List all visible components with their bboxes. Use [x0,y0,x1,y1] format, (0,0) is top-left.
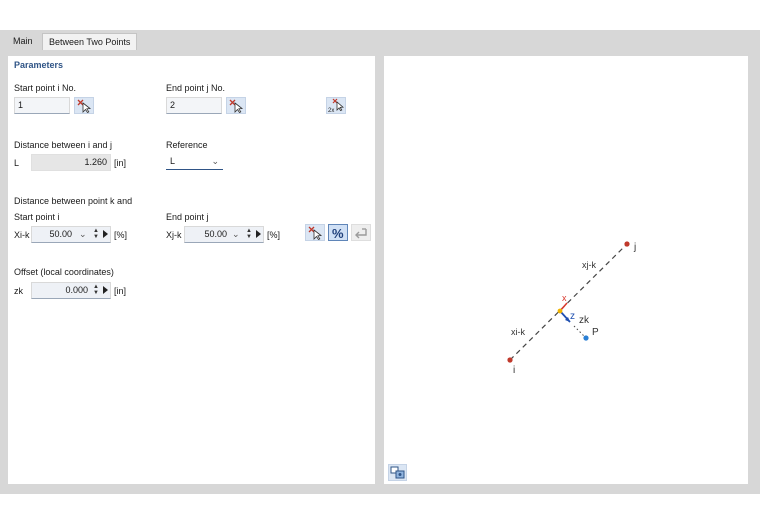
reference-label: Reference [166,140,208,150]
start-point-input[interactable]: 1 [14,97,70,114]
label-z: z [570,311,575,322]
view-options-icon [390,466,405,479]
pick-two-points-button[interactable]: 2x [326,97,346,114]
xjk-unit: [%] [267,230,281,240]
label-xjk: xj-k [582,260,596,270]
distance-value: 1.260 [31,154,111,171]
start-point-label: Start point i No. [14,83,77,93]
start-point-i-label: Start point i [14,212,60,222]
pick-cursor-icon [229,99,244,113]
xjk-symbol: Xj-k [166,230,182,240]
percent-toggle-button[interactable]: % [328,224,348,241]
chevron-down-icon[interactable]: ⌄ [232,229,240,240]
diagram-canvas: j i xj-k xi-k x z zk P [507,241,636,376]
zk-symbol: zk [14,286,23,296]
tab-bar: Main Between Two Points [0,30,760,50]
tab-main[interactable]: Main [7,33,39,50]
point-k [557,308,563,314]
step-right-icon[interactable] [103,230,108,238]
point-i [507,357,513,363]
label-xik: xi-k [511,327,525,337]
point-j [624,241,630,247]
parameters-title: Parameters [14,60,64,70]
distance-unit: [in] [114,158,127,168]
undo-arrow-icon [355,228,367,239]
view-options-button[interactable] [388,464,407,481]
distance-symbol: L [14,158,20,168]
label-i: i [513,365,515,376]
xik-spinner[interactable]: 50.00 ⌄ ▲ ▼ [31,226,111,243]
pick-cursor-icon [77,99,92,113]
end-point-input[interactable]: 2 [166,97,222,114]
step-right-icon[interactable] [256,230,261,238]
step-right-icon[interactable] [103,286,108,294]
xik-symbol: Xi-k [14,230,30,240]
pick-two-points-icon: 2x [328,98,344,113]
tab-between-two-points[interactable]: Between Two Points [42,33,138,50]
svg-text:2x: 2x [328,108,334,113]
chevron-down-icon[interactable]: ⌄ [79,229,87,240]
end-point-j-label: End point j [166,212,209,222]
chevron-down-icon: ⌄ [211,156,219,166]
offset-label: Offset (local coordinates) [14,267,114,277]
percent-icon: % [332,226,344,240]
xik-unit: [%] [114,230,128,240]
point-p [583,335,589,341]
spinner-arrows-icon[interactable]: ▲ ▼ [245,228,253,241]
label-x: x [562,293,567,303]
pick-cursor-icon [308,226,323,240]
undo-button[interactable] [351,224,371,241]
xjk-spinner[interactable]: 50.00 ⌄ ▲ ▼ [184,226,264,243]
diagram-panel: j i xj-k xi-k x z zk P [384,56,748,484]
parameters-panel: Parameters Start point i No. 1 End point… [8,56,375,484]
zk-value: 0.000 [65,285,88,295]
xjk-value: 50.00 [204,229,227,239]
end-point-label: End point j No. [166,83,226,93]
zk-unit: [in] [114,286,127,296]
label-j: j [633,242,636,253]
label-zk: zk [579,315,590,326]
zk-spinner[interactable]: 0.000 ▲ ▼ [31,282,111,299]
distance-label: Distance between i and j [14,140,113,150]
reference-select-value: L [170,156,176,166]
reference-select[interactable]: L ⌄ [166,153,223,170]
svg-text:%: % [332,226,344,240]
pick-point-k-button[interactable] [305,224,325,241]
xik-value: 50.00 [49,229,72,239]
member-line [509,243,628,361]
pick-start-point-button[interactable] [74,97,94,114]
pick-end-point-button[interactable] [226,97,246,114]
distance-k-label: Distance between point k and [14,196,133,206]
spinner-arrows-icon[interactable]: ▲ ▼ [92,228,100,241]
spinner-arrows-icon[interactable]: ▲ ▼ [92,284,100,297]
label-p: P [592,327,599,338]
